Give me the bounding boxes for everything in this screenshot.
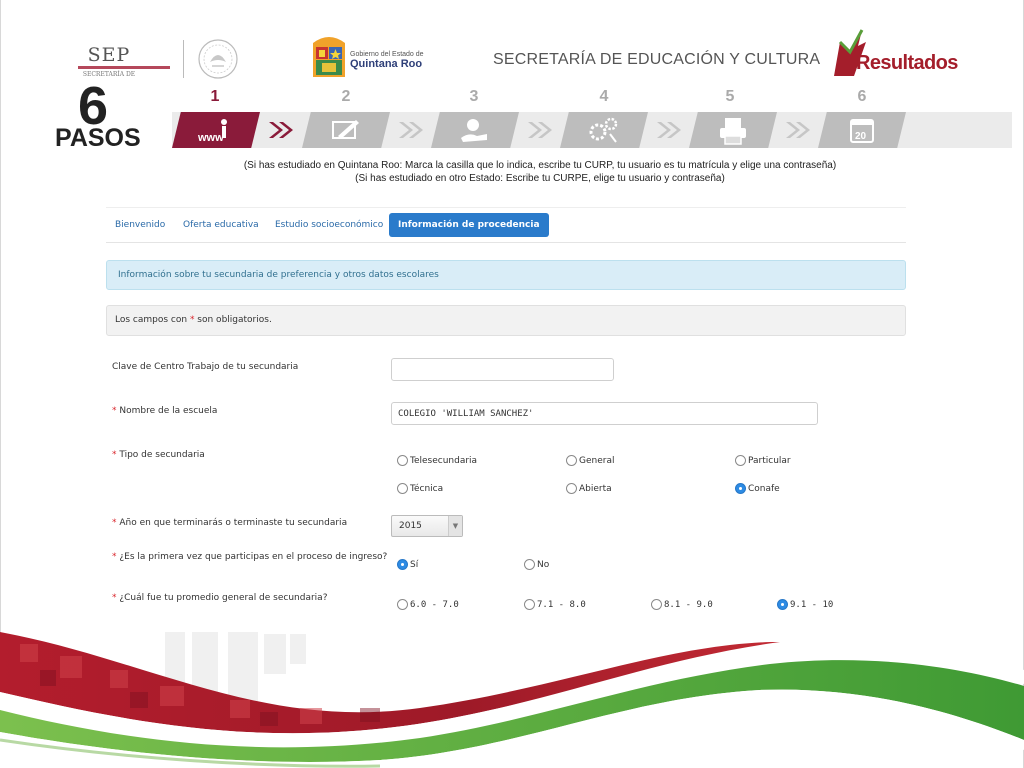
required-star: * [112,552,117,562]
nombre-label-text: Nombre de la escuela [119,406,218,416]
primera-vez-label-text: ¿Es la primera vez que participas en el … [119,552,388,562]
sep-logo-text: SEP [87,44,131,66]
step-6-icon-text: 20 [855,131,867,142]
primera-vez-label: * ¿Es la primera vez que participas en e… [112,552,387,562]
step-arrow-icon [786,122,810,138]
tipo-option-abierta[interactable]: Abierta [566,483,612,494]
tipo-option-general[interactable]: General [566,455,614,466]
required-star: * [112,518,117,528]
tipo-option-tecnica[interactable]: Técnica [397,483,443,494]
sep-logo-line [78,66,170,69]
radio-icon [397,455,408,466]
tipo-option-telesecundaria[interactable]: Telesecundaria [397,455,477,466]
printer-icon [720,118,746,145]
radio-icon [566,483,577,494]
tipo-option-particular[interactable]: Particular [735,455,791,466]
www-person-icon: www [197,119,227,144]
clave-input[interactable] [391,358,614,381]
chevron-down-icon: ▼ [448,516,462,536]
step-number-3: 3 [469,88,479,105]
step-arrow-icon [399,122,423,138]
qroo-name: Quintana Roo [350,58,423,70]
tipo-option-conafe[interactable]: Conafe [735,483,780,494]
radio-icon [566,455,577,466]
step-number-2: 2 [341,88,351,105]
required-note-text: son obligatorios. [194,315,272,325]
decorative-waves [0,632,1024,768]
form-pencil-icon [332,120,359,139]
step-arrow-icon [657,122,681,138]
gears-icon [589,117,618,143]
radio-icon [397,483,408,494]
money-hand-icon [461,119,487,142]
sep-logo: SEP SECRETARÍA DE [78,44,172,78]
anio-select[interactable]: 2015 ▼ [391,515,463,537]
tab-informacion-de-procedencia[interactable]: Información de procedencia [389,213,549,237]
logo-divider [183,40,184,78]
instructions-line-1: (Si has estudiado en Quintana Roo: Marca… [243,160,837,171]
required-fields-note: Los campos con * son obligatorios. [106,305,906,336]
step-number-1: 1 [210,88,220,105]
national-seal-icon [198,39,238,79]
step-1-icon-text: www [197,132,224,144]
tab-estudio-socioeconomico[interactable]: Estudio socioeconómico [266,213,392,237]
required-star: * [112,406,117,416]
option-label: Particular [748,455,791,466]
nombre-input[interactable]: COLEGIO 'WILLIAM SANCHEZ' [391,402,818,425]
info-alert: Información sobre tu secundaria de prefe… [106,260,906,290]
primera-vez-option-si[interactable]: Sí [397,559,418,570]
radio-selected-icon [397,559,408,570]
radio-icon [735,455,746,466]
required-note-text: Los campos con [115,315,190,325]
option-label: Conafe [748,483,780,494]
resultados-logo-text: Resultados [856,52,958,74]
secretariat-title: SECRETARÍA DE EDUCACIÓN Y CULTURA [493,51,821,68]
option-label: Telesecundaria [410,455,478,466]
instructions-line-2: (Si has estudiado en otro Estado: Escrib… [355,173,725,184]
radio-icon [524,559,535,570]
qroo-government-caption: Gobierno del Estado de [350,51,424,58]
step-number-5: 5 [725,88,735,105]
steps-big-word: PASOS [55,124,141,152]
step-number-6: 6 [857,88,867,105]
option-label: No [537,559,550,570]
option-label: Sí [410,559,419,570]
calendar-icon: 20 [850,119,874,143]
tab-bienvenido[interactable]: Bienvenido [106,213,174,237]
tipo-label: * Tipo de secundaria [112,450,205,460]
tipo-label-text: Tipo de secundaria [119,450,205,460]
nombre-label: * Nombre de la escuela [112,406,217,416]
anio-select-value: 2015 [399,521,422,531]
option-label: General [579,455,615,466]
quintana-roo-shield-icon [313,37,345,77]
radio-selected-icon [735,483,746,494]
tab-oferta-educativa[interactable]: Oferta educativa [174,213,268,237]
step-arrow-icon [528,122,552,138]
option-label: Abierta [579,483,612,494]
step-arrow-icon [269,122,293,138]
step-number-4: 4 [599,88,609,105]
clave-label: Clave de Centro Trabajo de tu secundaria [112,362,299,372]
primera-vez-option-no[interactable]: No [524,559,549,570]
required-star: * [112,450,117,460]
anio-label-text: Año en que terminarás o terminaste tu se… [119,518,348,528]
anio-label: * Año en que terminarás o terminaste tu … [112,518,347,528]
option-label: Técnica [410,483,444,494]
